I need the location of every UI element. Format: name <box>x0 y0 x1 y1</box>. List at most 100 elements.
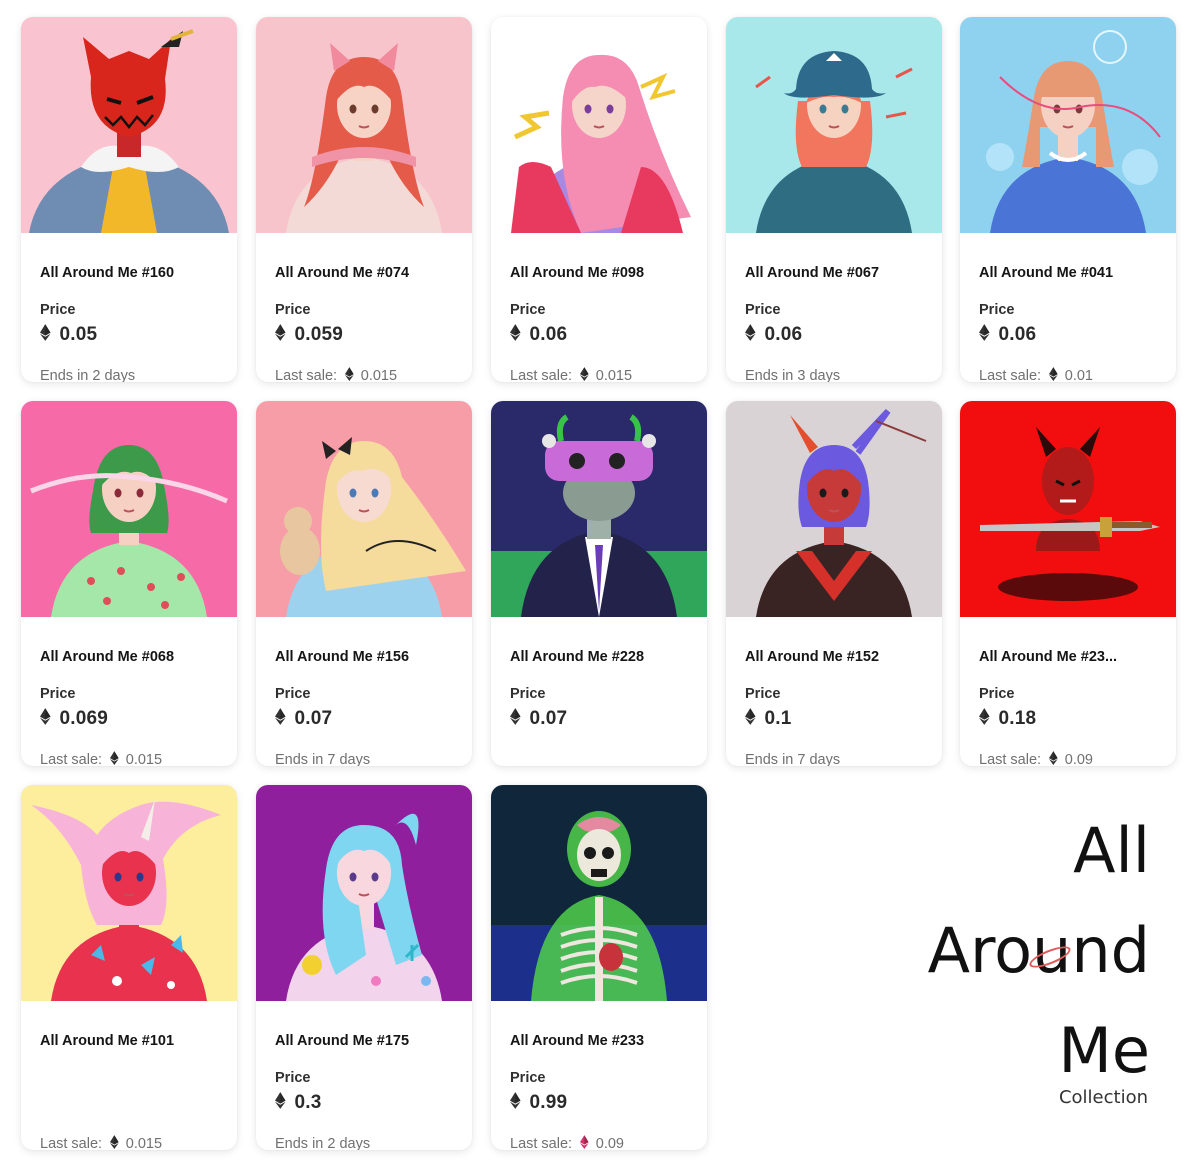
nft-card[interactable]: All Around Me #041 Price 0.06 Last sale: … <box>960 17 1176 382</box>
last-sale: Last sale: 0.015 <box>40 1135 162 1150</box>
price-value: 0.07 <box>529 708 568 729</box>
nft-card[interactable]: All Around Me #067 Price 0.06 Ends in 3 d… <box>726 17 942 382</box>
nft-artwork[interactable] <box>21 17 237 233</box>
price-label: Price <box>510 302 546 318</box>
last-sale-label: Last sale: <box>275 368 338 382</box>
nft-artwork[interactable] <box>256 785 472 1001</box>
nft-title: All Around Me #152 <box>745 649 880 665</box>
price-row: 0.06 <box>745 323 802 347</box>
price-row: 0.07 <box>510 707 567 731</box>
last-sale-label: Last sale: <box>510 1136 573 1150</box>
nft-title: All Around Me #156 <box>275 649 410 665</box>
price-label: Price <box>40 686 76 702</box>
price-row: 0.05 <box>40 323 97 347</box>
nft-card[interactable]: All Around Me #152 Price 0.1 Ends in 7 da… <box>726 401 942 766</box>
last-sale-value: 0.09 <box>595 1136 624 1150</box>
nft-title: All Around Me #074 <box>275 265 410 281</box>
nft-artwork[interactable] <box>491 401 707 617</box>
last-sale-label: Last sale: <box>40 752 103 766</box>
nft-title: All Around Me #098 <box>510 265 645 281</box>
eth-icon <box>580 367 589 382</box>
price-label: Price <box>510 686 546 702</box>
auction-ends: Ends in 2 days <box>275 1135 370 1150</box>
eth-icon <box>580 1135 589 1150</box>
nft-title: All Around Me #228 <box>510 649 645 665</box>
ends-text: Ends in 7 days <box>745 752 841 766</box>
eth-icon <box>345 367 354 382</box>
price-label: Price <box>745 686 781 702</box>
brand-line-all: All <box>1073 814 1150 887</box>
eth-icon <box>745 324 756 346</box>
nft-artwork[interactable] <box>726 17 942 233</box>
nft-card[interactable]: All Around Me #233 Price 0.99 Last sale: … <box>491 785 707 1150</box>
nft-card[interactable]: All Around Me #101 Last sale: 0.015 <box>21 785 237 1150</box>
price-label: Price <box>275 1070 311 1086</box>
ends-text: Ends in 3 days <box>745 368 841 382</box>
ends-text: Ends in 2 days <box>275 1136 371 1150</box>
nft-artwork[interactable] <box>726 401 942 617</box>
price-row: 0.069 <box>40 707 108 731</box>
price-row: 0.18 <box>979 707 1036 731</box>
price-label: Price <box>979 686 1015 702</box>
price-value: 0.18 <box>998 708 1037 729</box>
auction-ends: Ends in 3 days <box>745 367 840 382</box>
last-sale-value: 0.01 <box>1064 368 1093 382</box>
nft-artwork[interactable] <box>491 17 707 233</box>
last-sale: Last sale: 0.015 <box>275 367 397 382</box>
nft-artwork[interactable] <box>21 785 237 1001</box>
last-sale: Last sale: 0.015 <box>510 367 632 382</box>
nft-title: All Around Me #101 <box>40 1033 175 1049</box>
nft-card[interactable]: All Around Me #228 Price 0.07 <box>491 401 707 766</box>
eth-icon <box>110 751 119 766</box>
auction-ends: Ends in 7 days <box>745 751 840 766</box>
brand-line-around: Around <box>927 914 1150 987</box>
price-value: 0.99 <box>529 1092 568 1113</box>
price-label: Price <box>745 302 781 318</box>
nft-card[interactable]: All Around Me #156 Price 0.07 Ends in 7 d… <box>256 401 472 766</box>
price-value: 0.06 <box>529 324 568 345</box>
nft-card[interactable]: All Around Me #098 Price 0.06 Last sale: … <box>491 17 707 382</box>
nft-card[interactable]: All Around Me #074 Price 0.059 Last sale:… <box>256 17 472 382</box>
price-row: 0.06 <box>979 323 1036 347</box>
price-value: 0.05 <box>59 324 98 345</box>
nft-artwork[interactable] <box>960 401 1176 617</box>
ends-text: Ends in 7 days <box>275 752 371 766</box>
price-row: 0.059 <box>275 323 343 347</box>
price-label: Price <box>40 302 76 318</box>
nft-artwork[interactable] <box>960 17 1176 233</box>
brand-line-me: Me <box>1058 1014 1150 1087</box>
price-label: Price <box>275 686 311 702</box>
eth-icon <box>510 708 521 730</box>
last-sale-value: 0.015 <box>595 368 633 382</box>
nft-title: All Around Me #175 <box>275 1033 410 1049</box>
price-label: Price <box>510 1070 546 1086</box>
price-row: 0.3 <box>275 1091 322 1115</box>
nft-title: All Around Me #160 <box>40 265 175 281</box>
last-sale-value: 0.09 <box>1064 752 1093 766</box>
price-row: 0.07 <box>275 707 332 731</box>
nft-card[interactable]: All Around Me #068 Price 0.069 Last sale:… <box>21 401 237 766</box>
ends-text: Ends in 2 days <box>40 368 136 382</box>
nft-card[interactable]: All Around Me #175 Price 0.3 Ends in 2 da… <box>256 785 472 1150</box>
auction-ends: Ends in 2 days <box>40 367 135 382</box>
auction-ends: Ends in 7 days <box>275 751 370 766</box>
price-row: 0.06 <box>510 323 567 347</box>
price-row: 0.99 <box>510 1091 567 1115</box>
price-value: 0.06 <box>764 324 803 345</box>
nft-artwork[interactable] <box>256 401 472 617</box>
price-value: 0.069 <box>59 708 109 729</box>
last-sale-label: Last sale: <box>510 368 573 382</box>
price-label: Price <box>275 302 311 318</box>
last-sale-label: Last sale: <box>40 1136 103 1150</box>
eth-icon <box>275 324 286 346</box>
nft-artwork[interactable] <box>21 401 237 617</box>
nft-artwork[interactable] <box>491 785 707 1001</box>
eth-icon <box>275 1092 286 1114</box>
nft-card[interactable]: All Around Me #160 Price 0.05 Ends in 2 d… <box>21 17 237 382</box>
eth-icon <box>1049 367 1058 382</box>
nft-artwork[interactable] <box>256 17 472 233</box>
last-sale-value: 0.015 <box>125 752 163 766</box>
nft-card[interactable]: All Around Me #23... Price 0.18 Last sale… <box>960 401 1176 766</box>
eth-icon <box>745 708 756 730</box>
last-sale: Last sale: 0.01 <box>979 367 1093 382</box>
